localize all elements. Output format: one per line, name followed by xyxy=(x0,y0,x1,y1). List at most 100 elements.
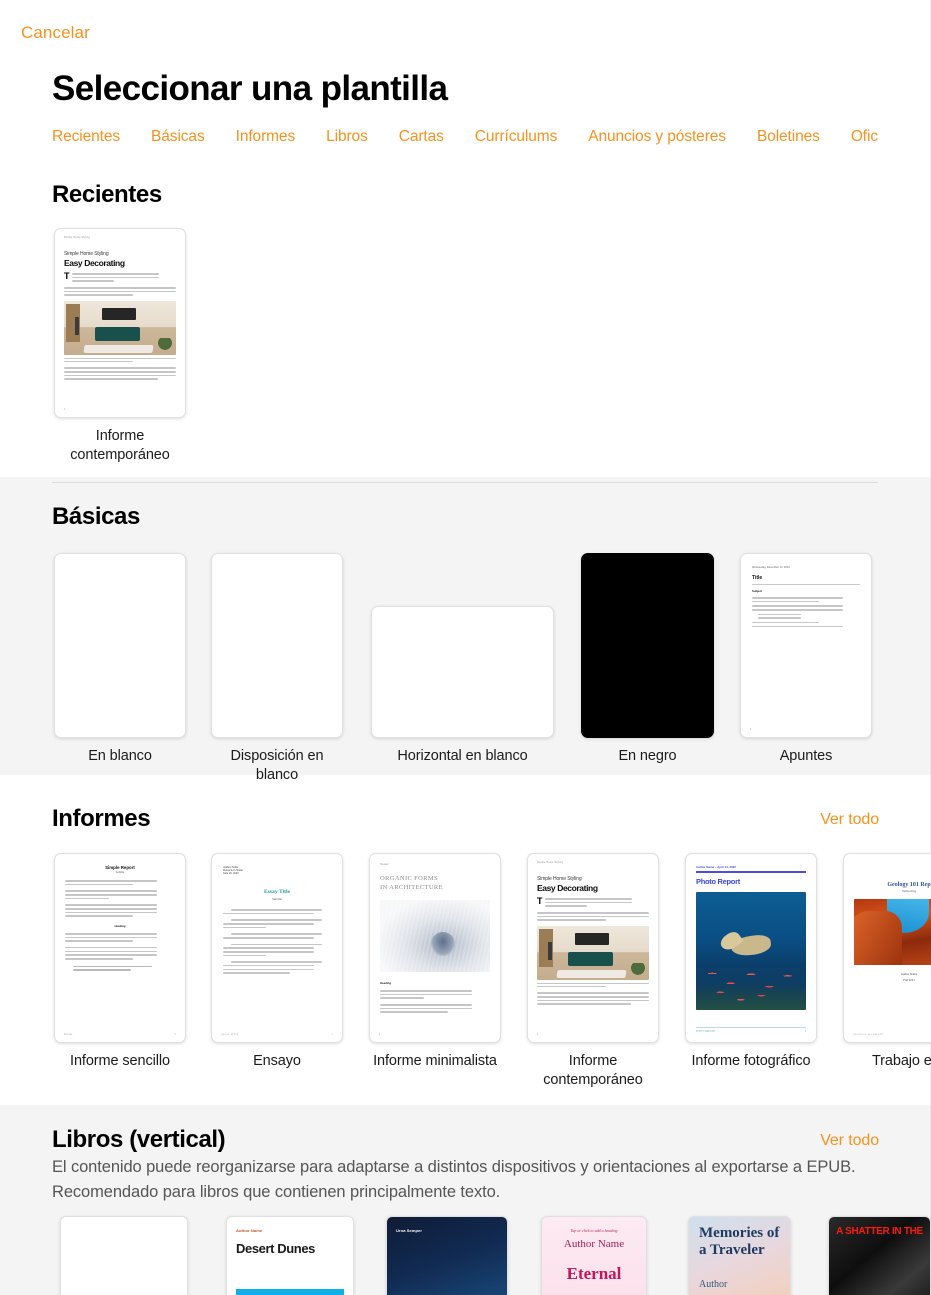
doc-footer-left: GEOLOGY 101 REPORT xyxy=(853,1033,884,1036)
book-author: Author xyxy=(699,1279,728,1290)
see-all-informes[interactable]: Ver todo xyxy=(820,811,879,829)
template-card-en-blanco[interactable]: En blanco xyxy=(54,553,186,766)
book-cover: Author Name Desert Dunes xyxy=(226,1216,354,1295)
book-card-urna-semper[interactable]: Urna Semper xyxy=(386,1216,508,1295)
cancel-button[interactable]: Cancelar xyxy=(21,23,90,43)
template-thumbnail: Simple Home Styling Simple Home Styling … xyxy=(54,228,186,418)
doc-title: Photo Report xyxy=(696,876,740,886)
template-card-en-negro[interactable]: En negro xyxy=(581,553,714,766)
template-thumbnail: Geology 101 Rep Subheading Author Name F… xyxy=(843,853,931,1043)
tab-recientes[interactable]: Recientes xyxy=(52,128,120,146)
doc-heading: Heading xyxy=(114,923,126,928)
doc-course: Fall 2023 xyxy=(903,978,915,982)
doc-body-first: T xyxy=(537,896,649,907)
template-card-informe-contemporaneo-reciente[interactable]: Simple Home Styling Simple Home Styling … xyxy=(54,228,186,465)
template-card-trabajo-escolar[interactable]: Geology 101 Rep Subheading Author Name F… xyxy=(843,853,931,1071)
category-tabs[interactable]: Recientes Básicas Informes Libros Cartas… xyxy=(52,128,931,146)
doc-dropcap: T xyxy=(64,271,70,281)
see-all-libros[interactable]: Ver todo xyxy=(820,1132,879,1150)
doc-body-third xyxy=(64,367,176,381)
doc-footer: GEOLOGY 101 REPORT xyxy=(853,1033,931,1036)
doc-bullets xyxy=(752,597,860,628)
doc-page-number: 1 xyxy=(64,408,66,411)
tab-boletines[interactable]: Boletines xyxy=(757,128,820,146)
template-card-disposicion-en-blanco[interactable]: Disposición en blanco xyxy=(211,553,343,785)
template-thumbnail: Author Name – April 14, 2022 Photo Repor… xyxy=(685,853,817,1043)
book-cover: Tap or click to add a heading Author Nam… xyxy=(541,1216,647,1295)
template-caption: Horizontal en blanco xyxy=(397,748,528,764)
template-caption: En negro xyxy=(618,748,677,764)
book-title: Eternal xyxy=(566,1264,622,1283)
book-author: Urna Semper xyxy=(396,1228,422,1233)
doc-author: Author Name xyxy=(900,972,918,976)
doc-preview: Wednesday, December 13, 2019 Title Subje… xyxy=(741,554,871,737)
template-card-apuntes[interactable]: Wednesday, December 13, 2019 Title Subje… xyxy=(740,553,872,766)
book-title: A SHATTER IN THE xyxy=(836,1226,923,1237)
template-thumbnail: Header ORGANIC FORMS IN ARCHITECTURE Hea… xyxy=(369,853,501,1043)
doc-title: Easy Decorating xyxy=(537,883,598,893)
tab-basicas[interactable]: Básicas xyxy=(151,128,205,146)
doc-running-head: Simple Home Styling xyxy=(537,861,563,864)
book-cover: A SHATTER IN THE xyxy=(828,1216,931,1295)
doc-preview: Simple Report Subtitle Heading Footer 1 xyxy=(55,854,185,1042)
template-card-horizontal-en-blanco[interactable]: Horizontal en blanco xyxy=(371,606,554,766)
doc-footer: 1 xyxy=(750,728,862,731)
tab-libros[interactable]: Libros xyxy=(326,128,368,146)
tab-informes[interactable]: Informes xyxy=(236,128,296,146)
template-card-informe-sencillo[interactable]: Simple Report Subtitle Heading Footer 1 … xyxy=(54,853,186,1071)
tab-oficina[interactable]: Ofic xyxy=(851,128,878,146)
book-tap-hint: Tap or click to add a heading xyxy=(570,1228,618,1233)
book-card-blank[interactable] xyxy=(60,1216,188,1295)
doc-preview: Simple Home Styling Simple Home Styling … xyxy=(528,854,658,1042)
template-caption: Informe contemporáneo xyxy=(70,428,170,463)
doc-body-third xyxy=(537,992,649,1006)
doc-footer: 1 xyxy=(379,1033,491,1036)
doc-running-head: Simple Home Styling xyxy=(64,236,90,239)
section-description-libros: El contenido puede reorganizarse para ad… xyxy=(52,1158,856,1201)
book-title: Memories of a Traveler xyxy=(699,1225,780,1258)
doc-subtitle: Subtitle xyxy=(115,871,125,874)
book-accent-band xyxy=(236,1289,344,1295)
doc-page-number: 1 xyxy=(379,1033,381,1036)
book-cover: Urna Semper xyxy=(386,1216,508,1295)
tab-curriculums[interactable]: Currículums xyxy=(475,128,558,146)
doc-preview: Header ORGANIC FORMS IN ARCHITECTURE Hea… xyxy=(370,854,500,1042)
tab-anuncios-y-posteres[interactable]: Anuncios y pósteres xyxy=(588,128,726,146)
template-thumbnail xyxy=(54,553,186,738)
template-caption: En blanco xyxy=(88,748,152,764)
doc-footer-left: PHOTO REPORT xyxy=(696,1030,716,1033)
doc-image-caption xyxy=(64,357,176,363)
book-cover xyxy=(60,1216,188,1295)
template-thumbnail xyxy=(211,553,343,738)
template-card-informe-fotografico[interactable]: Author Name – April 14, 2022 Photo Repor… xyxy=(685,853,817,1071)
doc-byline: Author Name – April 14, 2022 xyxy=(696,865,736,869)
doc-dropcap: T xyxy=(537,896,543,906)
book-card-a-shatter-in-the[interactable]: A SHATTER IN THE xyxy=(828,1216,931,1295)
book-author: Author Name xyxy=(236,1228,263,1233)
template-caption: Informe minimalista xyxy=(373,1053,497,1069)
doc-page-number: 1 xyxy=(331,1033,333,1036)
template-card-informe-contemporaneo[interactable]: Simple Home Styling Simple Home Styling … xyxy=(527,853,659,1090)
doc-body-first: T xyxy=(64,271,176,282)
template-caption: Ensayo xyxy=(253,1053,301,1069)
doc-page-number: 1 xyxy=(750,728,752,731)
page-title: Seleccionar una plantilla xyxy=(52,69,448,108)
doc-body-second xyxy=(64,286,176,296)
template-card-informe-minimalista[interactable]: Header ORGANIC FORMS IN ARCHITECTURE Hea… xyxy=(369,853,501,1071)
template-card-ensayo[interactable]: Author Name Instructor's Name June 20, 2… xyxy=(211,853,343,1071)
doc-subtitle: Subheading xyxy=(901,889,917,893)
section-title-recientes: Recientes xyxy=(52,181,162,208)
template-caption: Disposición en blanco xyxy=(230,748,324,783)
doc-image-ocean xyxy=(696,891,806,1010)
book-card-eternal[interactable]: Tap or click to add a heading Author Nam… xyxy=(541,1216,647,1295)
doc-title: Essay Title xyxy=(263,889,291,895)
doc-running-head: Header xyxy=(380,863,390,866)
book-card-desert-dunes[interactable]: Author Name Desert Dunes xyxy=(226,1216,354,1295)
doc-image-room xyxy=(64,300,176,355)
tab-cartas[interactable]: Cartas xyxy=(399,128,444,146)
doc-date: Wednesday, December 13, 2019 xyxy=(752,566,790,569)
doc-title: Geology 101 Rep xyxy=(887,882,931,888)
book-cover: Memories of a Traveler Author xyxy=(688,1216,791,1295)
doc-preview: Author Name Instructor's Name June 20, 2… xyxy=(212,854,342,1042)
book-card-memories-of-a-traveler[interactable]: Memories of a Traveler Author xyxy=(688,1216,791,1295)
